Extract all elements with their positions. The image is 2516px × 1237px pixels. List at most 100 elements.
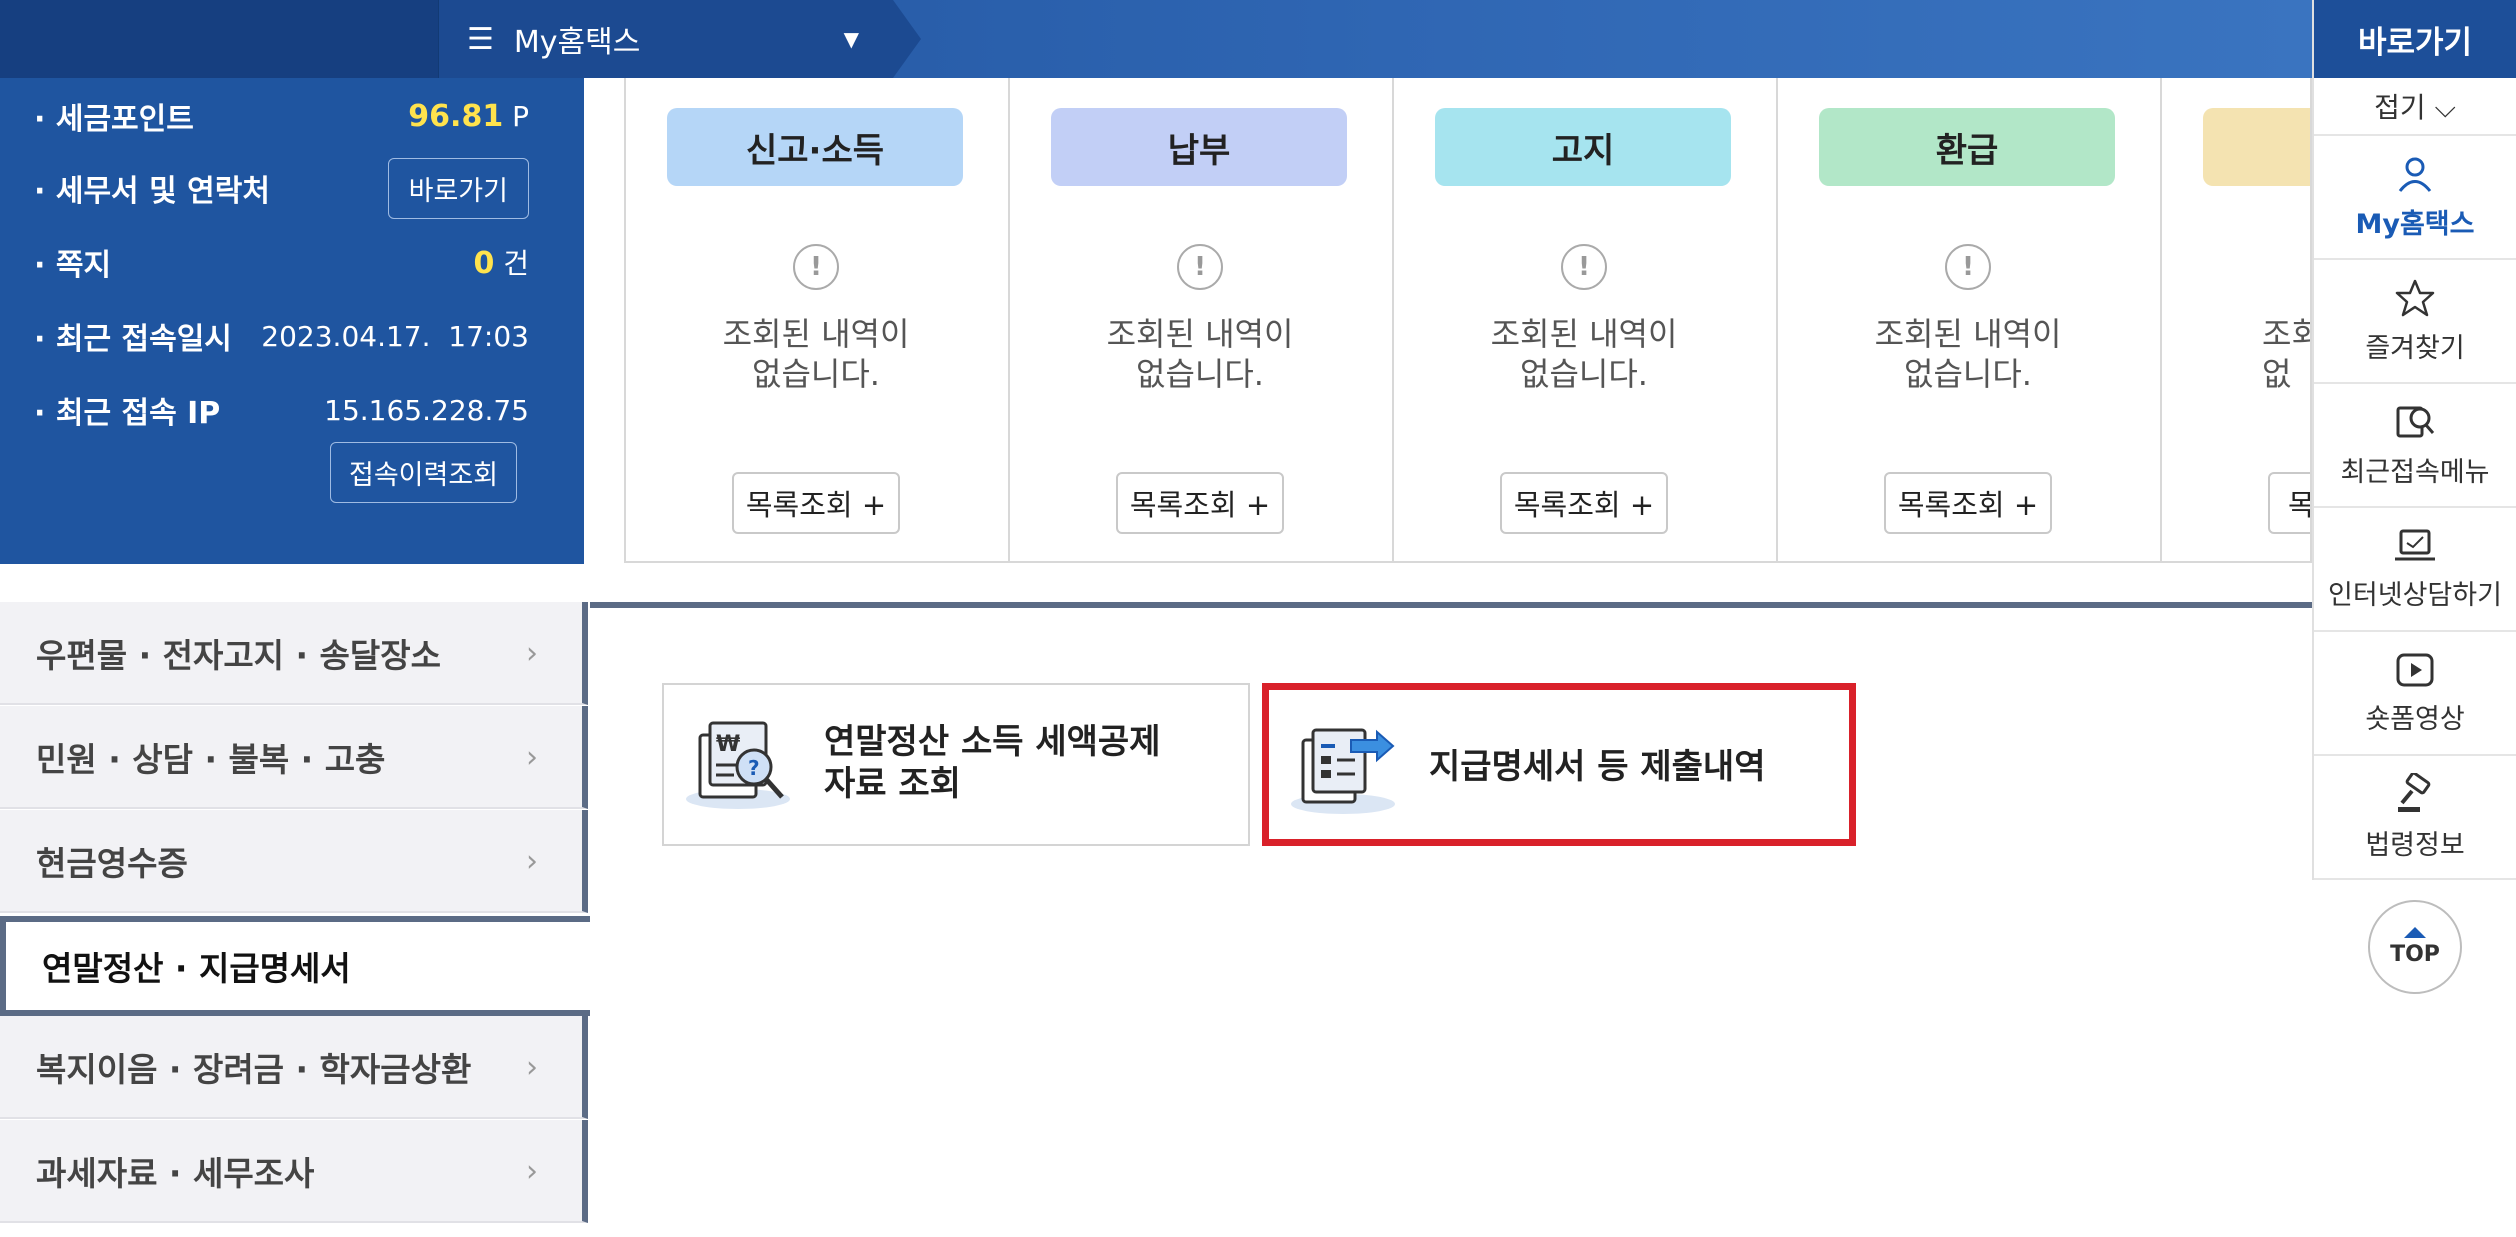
scroll-top-button[interactable]: TOP — [2368, 900, 2462, 994]
quick-link-panel: 바로가기 접기 ⌵ My홈택스 즐겨찾기 최근접속메뉴 인터넷상담하기 숏폼영상… — [2312, 0, 2516, 880]
nav-item-welfare[interactable]: 복지이음 · 장려금 · 학자금상환 › — [0, 1016, 588, 1119]
last-ip-value: 15.165.228.75 — [324, 393, 529, 427]
main-content: ₩ ? 연말정산 소득 세액공제 자료 조회 지급명세서 등 제출내역 — [590, 602, 2312, 1237]
warning-icon: ! — [793, 244, 839, 290]
tax-point-value-wrap: 96.81 P — [408, 99, 529, 134]
tax-office-goto-button[interactable]: 바로가기 — [387, 157, 529, 219]
quick-item-label: My홈택스 — [2355, 208, 2475, 240]
laptop-icon — [2395, 529, 2435, 560]
document-submit-icon — [1291, 728, 1395, 814]
message-count: 0 — [473, 246, 495, 281]
video-play-icon — [2396, 653, 2434, 686]
card-empty-message: 조회된 내역이 없습니다. — [722, 315, 910, 393]
last-login-row: 최근 접속일시 2023.04.17. 17:03 — [34, 306, 529, 366]
card-empty-message: 조회된 내역이 없습니다. — [1874, 315, 2062, 393]
chevron-right-icon: › — [526, 1050, 538, 1085]
tax-point-row: 세금포인트 96.81 P — [34, 86, 529, 146]
card-list-button[interactable]: 목록조회 + — [1500, 472, 1668, 534]
arrow-up-icon — [2404, 927, 2426, 938]
quick-item-online-consult[interactable]: 인터넷상담하기 — [2314, 508, 2516, 632]
chevron-right-icon: › — [526, 844, 538, 879]
star-icon — [2395, 279, 2435, 316]
login-history-button[interactable]: 접속이력조회 — [330, 442, 518, 503]
card-list-button[interactable]: 목록조회 + — [1884, 472, 2052, 534]
recent-menu-icon — [2396, 406, 2435, 437]
year-end-deduction-lookup-tile[interactable]: ₩ ? 연말정산 소득 세액공제 자료 조회 — [662, 683, 1250, 846]
quick-panel-title: 바로가기 — [2314, 0, 2516, 78]
fold-button[interactable]: 접기 ⌵ — [2314, 78, 2516, 136]
nav-item-cash-receipt[interactable]: 현금영수증 › — [0, 810, 588, 913]
tile-title: 지급명세서 등 제출내역 — [1429, 747, 1766, 787]
card-title: 환급 — [1819, 108, 2115, 186]
quick-item-recent-menu[interactable]: 최근접속메뉴 — [2314, 384, 2516, 508]
card-title: 납부 — [1051, 108, 1347, 186]
status-cards: 신고·소득 ! 조회된 내역이 없습니다. 목록조회 + 납부 ! 조회된 내역… — [624, 78, 2312, 563]
chevron-right-icon: › — [526, 740, 538, 775]
user-icon — [2398, 157, 2432, 192]
nav-item-label: 현금영수증 — [36, 843, 188, 883]
nav-item-tax-data-audit[interactable]: 과세자료 · 세무조사 › — [0, 1120, 588, 1223]
hamburger-icon: ☰ — [467, 21, 494, 57]
quick-item-label: 최근접속메뉴 — [2340, 456, 2490, 488]
nav-item-label: 연말정산 · 지급명세서 — [42, 949, 351, 988]
card-empty-message: 조회된 내역이 없습니다. — [1106, 315, 1294, 393]
top-label: TOP — [2390, 942, 2440, 967]
warning-icon: ! — [1561, 244, 1607, 290]
gavel-icon — [2398, 772, 2431, 812]
menu-label: My홈택스 — [513, 25, 641, 60]
last-ip-label: 최근 접속 IP — [34, 388, 220, 432]
my-hometax-menu-button[interactable]: ☰ My홈택스 ▼ — [438, 0, 921, 78]
quick-item-label: 숏폼영상 — [2365, 703, 2465, 735]
message-row: 쪽지 0 건 — [34, 232, 529, 292]
last-login-value: 2023.04.17. 17:03 — [261, 319, 529, 353]
tile-title: 연말정산 소득 세액공제 자료 조회 — [824, 722, 1161, 804]
nav-item-label: 복지이음 · 장려금 · 학자금상환 — [36, 1049, 472, 1089]
quick-item-law-info[interactable]: 법령정보 — [2314, 756, 2516, 880]
last-login-label: 최근 접속일시 — [34, 314, 232, 358]
caret-down-icon: ▼ — [843, 27, 859, 51]
quick-item-shortform-video[interactable]: 숏폼영상 — [2314, 632, 2516, 756]
card-payment: 납부 ! 조회된 내역이 없습니다. 목록조회 + — [1010, 78, 1394, 561]
message-value-wrap[interactable]: 0 건 — [473, 242, 529, 282]
quick-item-label: 즐겨찾기 — [2365, 332, 2465, 364]
card-title: 신고·소득 — [667, 108, 963, 186]
nav-item-year-end-settlement[interactable]: 연말정산 · 지급명세서 — [0, 916, 594, 1016]
card-list-button[interactable]: 목 — [2268, 472, 2310, 534]
tax-search-document-icon: ₩ ? — [686, 721, 790, 809]
chevron-right-icon: › — [526, 636, 538, 671]
card-list-button[interactable]: 목록조회 + — [1116, 472, 1284, 534]
quick-item-my-hometax[interactable]: My홈택스 — [2314, 136, 2516, 260]
nav-item-label: 우편물 · 전자고지 · 송달장소 — [36, 635, 441, 675]
payment-statement-submission-tile[interactable]: 지급명세서 등 제출내역 — [1262, 683, 1856, 846]
message-label: 쪽지 — [34, 240, 111, 284]
chevron-right-icon: › — [526, 1154, 538, 1189]
quick-item-label: 법령정보 — [2365, 829, 2465, 861]
nav-item-civil-complaint[interactable]: 민원 · 상담 · 불복 · 고충 › — [0, 706, 588, 809]
nav-item-label: 과세자료 · 세무조사 — [36, 1153, 315, 1193]
warning-icon: ! — [1177, 244, 1223, 290]
tax-office-label: 세무서 및 연락처 — [34, 166, 270, 210]
card-empty-message: 조회 없 — [2262, 315, 2310, 393]
warning-icon: ! — [1945, 244, 1991, 290]
card-list-button[interactable]: 목록조회 + — [732, 472, 900, 534]
svg-text:₩: ₩ — [716, 732, 740, 757]
card-title: 고지 — [1435, 108, 1731, 186]
quick-item-label: 인터넷상담하기 — [2328, 579, 2502, 611]
card-empty-message: 조회된 내역이 없습니다. — [1490, 315, 1678, 393]
tax-point-unit: P — [512, 99, 529, 133]
tax-point-label: 세금포인트 — [34, 94, 194, 138]
card-report-income: 신고·소득 ! 조회된 내역이 없습니다. 목록조회 + — [626, 78, 1010, 561]
last-ip-row: 최근 접속 IP 15.165.228.75 — [34, 380, 529, 440]
tax-point-value: 96.81 — [408, 98, 504, 134]
message-unit: 건 — [503, 247, 529, 280]
user-info-panel: 세금포인트 96.81 P 세무서 및 연락처 바로가기 쪽지 0 건 최근 접… — [0, 78, 584, 564]
card-title — [2203, 108, 2310, 186]
quick-item-favorites[interactable]: 즐겨찾기 — [2314, 260, 2516, 384]
card-refund: 환급 ! 조회된 내역이 없습니다. 목록조회 + — [1778, 78, 2162, 561]
nav-item-mail-notice[interactable]: 우편물 · 전자고지 · 송달장소 › — [0, 602, 588, 705]
tax-office-row: 세무서 및 연락처 바로가기 — [34, 157, 529, 219]
nav-item-label: 민원 · 상담 · 불복 · 고충 — [36, 739, 386, 779]
card-notice: 고지 ! 조회된 내역이 없습니다. 목록조회 + — [1394, 78, 1778, 561]
top-bar-left-area — [0, 0, 438, 78]
svg-text:?: ? — [748, 756, 760, 780]
